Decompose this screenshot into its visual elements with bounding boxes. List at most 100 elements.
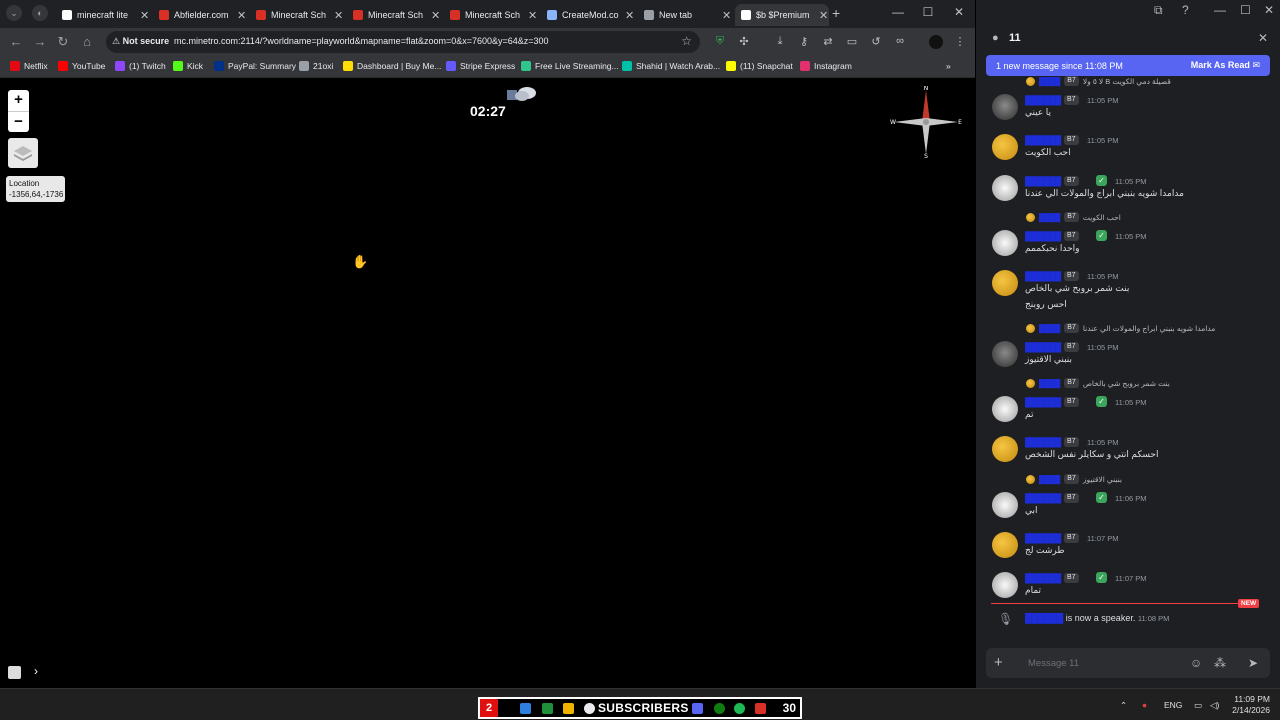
bookmark-item[interactable]: Stripe Express — [446, 61, 515, 71]
chrome-icon[interactable] — [584, 703, 595, 714]
mic-tray-icon[interactable]: ● — [1142, 700, 1147, 710]
username[interactable]: ██████ — [1025, 176, 1061, 186]
wallet-icon[interactable]: ▭ — [845, 35, 859, 49]
reload-button[interactable]: ↻ — [55, 34, 71, 50]
bookmark-star-icon[interactable]: ☆ — [681, 34, 692, 48]
app-icon[interactable] — [755, 703, 766, 714]
tab-6[interactable]: CreateMod.co ✕ — [541, 4, 635, 26]
username[interactable]: ██████ — [1025, 135, 1061, 145]
tab-4[interactable]: Minecraft Sch ✕ — [347, 4, 441, 26]
tab-close-icon[interactable]: ✕ — [625, 9, 634, 22]
username[interactable]: ██████ — [1025, 271, 1061, 281]
tab-5[interactable]: Minecraft Sch ✕ — [444, 4, 538, 26]
tab-7[interactable]: New tab ✕ — [638, 4, 732, 26]
mark-as-read-button[interactable]: Mark As Read ✉ — [1191, 60, 1260, 71]
user-avatar[interactable] — [992, 175, 1018, 201]
tab-8[interactable]: $b $Premium ✕ — [735, 4, 829, 26]
extensions-icon[interactable]: ✣ — [737, 35, 751, 49]
add-attachment-icon[interactable]: + — [994, 654, 1003, 671]
xbox-icon[interactable] — [714, 703, 725, 714]
bookmarks-overflow-icon[interactable]: » — [946, 61, 951, 71]
username[interactable]: ██████ — [1025, 573, 1061, 583]
reply-preview[interactable]: ████ B7 مدامدا شويه بنبني ابراج والمولات ا… — [1026, 323, 1215, 333]
tab-close-icon[interactable]: ✕ — [722, 9, 731, 22]
zoom-out-button[interactable]: − — [8, 111, 29, 132]
bookmark-item[interactable]: Netflix — [10, 61, 48, 71]
bookmark-item[interactable]: 21oxi — [299, 61, 333, 71]
download-icon[interactable]: ⤓ — [773, 35, 787, 49]
map-tool-icon[interactable] — [8, 666, 21, 679]
bookmark-item[interactable]: (1) Twitch — [115, 61, 166, 71]
excel-icon[interactable] — [542, 703, 553, 714]
user-avatar[interactable] — [992, 436, 1018, 462]
close-window-button[interactable]: ✕ — [951, 5, 967, 19]
layers-button[interactable] — [8, 138, 38, 168]
user-avatar[interactable] — [992, 270, 1018, 296]
user-avatar[interactable] — [992, 492, 1018, 518]
message-input[interactable]: Message 11 — [1028, 658, 1079, 669]
minimize-button[interactable]: — — [890, 5, 906, 19]
tab-close-icon[interactable]: ✕ — [528, 9, 537, 22]
language-indicator[interactable]: ENG — [1164, 700, 1182, 710]
username[interactable]: ██████ — [1025, 397, 1061, 407]
password-key-icon[interactable]: ⚷ — [797, 35, 811, 49]
bookmark-item[interactable]: Kick — [173, 61, 203, 71]
emoji-icon[interactable]: ☺ — [1190, 656, 1202, 670]
expand-arrow-icon[interactable]: › — [34, 664, 38, 678]
network-icon[interactable]: ▭ — [1194, 700, 1202, 711]
reply-preview[interactable]: ████ B7 بنبني الاقتيوز — [1026, 474, 1122, 484]
start-icon[interactable] — [520, 703, 531, 714]
tab-close-icon[interactable]: ✕ — [140, 9, 149, 22]
speaker-username[interactable]: ██████ — [1025, 613, 1063, 623]
volume-icon[interactable]: ◁) — [1210, 700, 1219, 711]
reply-preview[interactable]: ████ B7 بنت شمر بروبح شي بالخاص — [1026, 378, 1170, 388]
not-secure-indicator[interactable]: ⚠ Not secure — [112, 36, 169, 47]
new-tab-button[interactable]: + — [832, 5, 840, 21]
tab-close-icon[interactable]: ✕ — [819, 9, 828, 22]
message-composer[interactable]: + Message 11 ☺ ⁂ ➤ — [986, 648, 1270, 678]
username[interactable]: ██████ — [1025, 95, 1061, 105]
profile-avatar[interactable] — [929, 35, 943, 49]
discord-icon[interactable] — [692, 703, 703, 714]
send-icon[interactable]: ➤ — [1248, 656, 1258, 670]
back-button[interactable]: ← — [8, 34, 24, 49]
username[interactable]: ██████ — [1025, 342, 1061, 352]
reply-preview[interactable]: ████ B7 لا ٥ ولا B قصيلة دمي الكويت — [1026, 76, 1171, 86]
apps-icon[interactable]: ⁂ — [1214, 656, 1226, 670]
shield-extension-icon[interactable]: ⛨ — [713, 35, 727, 49]
user-avatar[interactable] — [992, 396, 1018, 422]
chat-close-icon[interactable]: ✕ — [1258, 31, 1268, 45]
bookmark-item[interactable]: Instagram — [800, 61, 852, 71]
username[interactable]: ██████ — [1025, 231, 1061, 241]
zoom-in-button[interactable]: + — [8, 90, 29, 111]
tray-overflow-icon[interactable]: ⌃ — [1120, 700, 1127, 711]
bookmark-item[interactable]: YouTube — [58, 61, 105, 71]
user-avatar[interactable] — [992, 341, 1018, 367]
bookmark-item[interactable]: Free Live Streaming... — [521, 61, 619, 71]
bookmark-item[interactable]: Dashboard | Buy Me... — [343, 61, 441, 71]
spotify-icon[interactable] — [734, 703, 745, 714]
file-explorer-icon[interactable] — [563, 703, 574, 714]
user-avatar[interactable] — [992, 94, 1018, 120]
bookmark-item[interactable]: (11) Snapchat — [726, 61, 793, 71]
tab-close-icon[interactable]: ✕ — [334, 9, 343, 22]
user-avatar[interactable] — [992, 230, 1018, 256]
user-avatar[interactable] — [992, 572, 1018, 598]
tray-clock[interactable]: 11:09 PM 2/14/2026 — [1228, 694, 1270, 716]
user-avatar[interactable] — [992, 532, 1018, 558]
tab-group-icon[interactable]: ◐ — [32, 5, 48, 21]
map-view[interactable]: + − Location -1356,64,-1736 02:27 N S E … — [0, 78, 975, 688]
home-button[interactable]: ⌂ — [79, 34, 95, 49]
url-text[interactable]: mc.minetro.com:2114/?worldname=playworld… — [174, 36, 549, 46]
browser-menu-icon[interactable]: ⋮ — [953, 35, 967, 49]
tab-close-icon[interactable]: ✕ — [431, 9, 440, 22]
username[interactable]: ██████ — [1025, 493, 1061, 503]
chat-minimize-icon[interactable]: — — [1214, 3, 1226, 17]
user-avatar[interactable] — [992, 134, 1018, 160]
tab-search-icon[interactable]: ⌄ — [6, 5, 22, 21]
forward-button[interactable]: → — [32, 34, 48, 49]
help-icon[interactable]: ? — [1182, 3, 1189, 17]
address-bar[interactable]: ⚠ Not secure mc.minetro.com:2114/?worldn… — [106, 31, 700, 53]
translate-icon[interactable]: ⇄ — [821, 35, 835, 49]
maximize-button[interactable]: ☐ — [920, 5, 936, 19]
